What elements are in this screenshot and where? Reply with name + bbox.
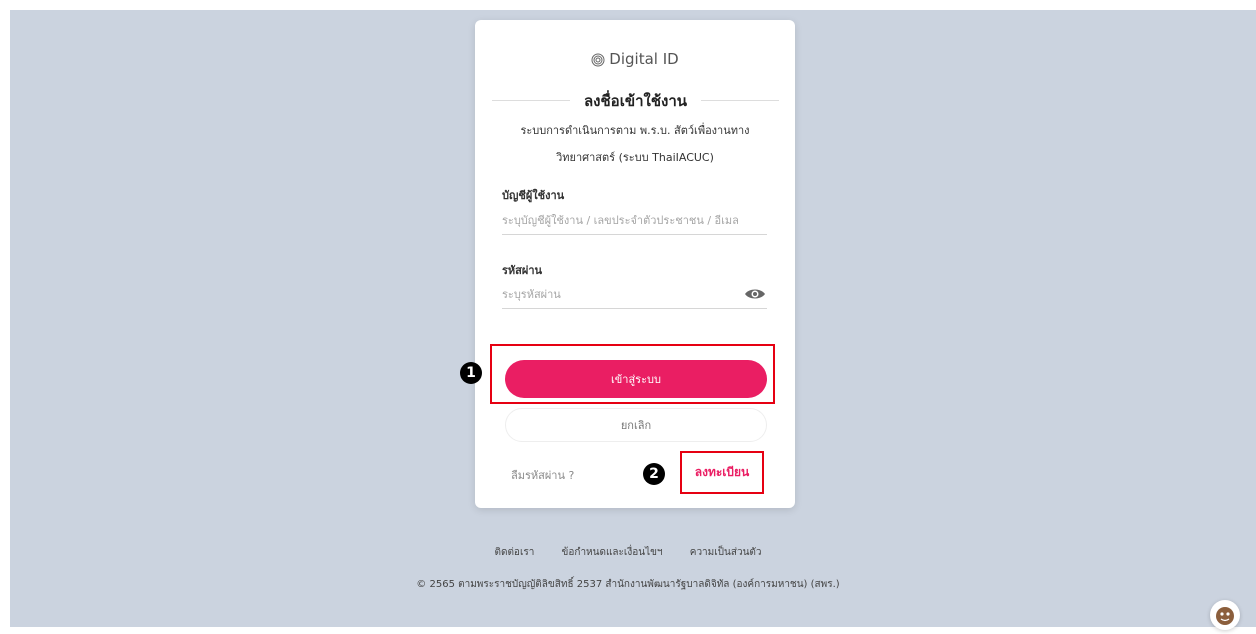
footer-links: ติดต่อเรา ข้อกำหนดและเงื่อนไขฯ ความเป็นส… [0, 545, 1256, 560]
username-label: บัญชีผู้ใช้งาน [502, 189, 565, 202]
register-link[interactable]: ลงทะเบียน [680, 451, 764, 494]
password-label: รหัสผ่าน [502, 264, 543, 277]
fingerprint-icon [591, 53, 605, 71]
login-title: ลงชื่อเข้าใช้งาน [583, 92, 687, 110]
username-input[interactable] [502, 206, 767, 235]
brand-header: Digital ID [475, 50, 795, 71]
divider [701, 100, 779, 101]
privacy-link[interactable]: ความเป็นส่วนตัว [690, 547, 762, 558]
login-button[interactable]: เข้าสู่ระบบ [505, 360, 767, 398]
cancel-button[interactable]: ยกเลิก [505, 408, 767, 442]
system-description: ระบบการดำเนินการตาม พ.ร.บ. สัตว์เพื่องาน… [520, 124, 750, 137]
login-card: Digital ID ลงชื่อเข้าใช้งาน ระบบการดำเนิ… [475, 20, 795, 508]
copyright-text: © 2565 ตามพระราชบัญญัติลิขสิทธิ์ 2537 สำ… [416, 579, 840, 590]
terms-link[interactable]: ข้อกำหนดและเงื่อนไขฯ [562, 547, 663, 558]
divider [492, 100, 570, 101]
chat-icon[interactable] [1210, 600, 1240, 630]
step-marker-2: 2 [643, 463, 665, 485]
brand-name: Digital ID [609, 50, 679, 68]
contact-link[interactable]: ติดต่อเรา [494, 547, 534, 558]
forgot-password-link[interactable]: ลืมรหัสผ่าน ? [511, 466, 574, 484]
system-description: วิทยาศาสตร์ (ระบบ ThaiIACUC) [556, 151, 714, 164]
password-input[interactable] [502, 280, 767, 309]
step-marker-1: 1 [460, 362, 482, 384]
eye-icon[interactable] [743, 284, 767, 304]
